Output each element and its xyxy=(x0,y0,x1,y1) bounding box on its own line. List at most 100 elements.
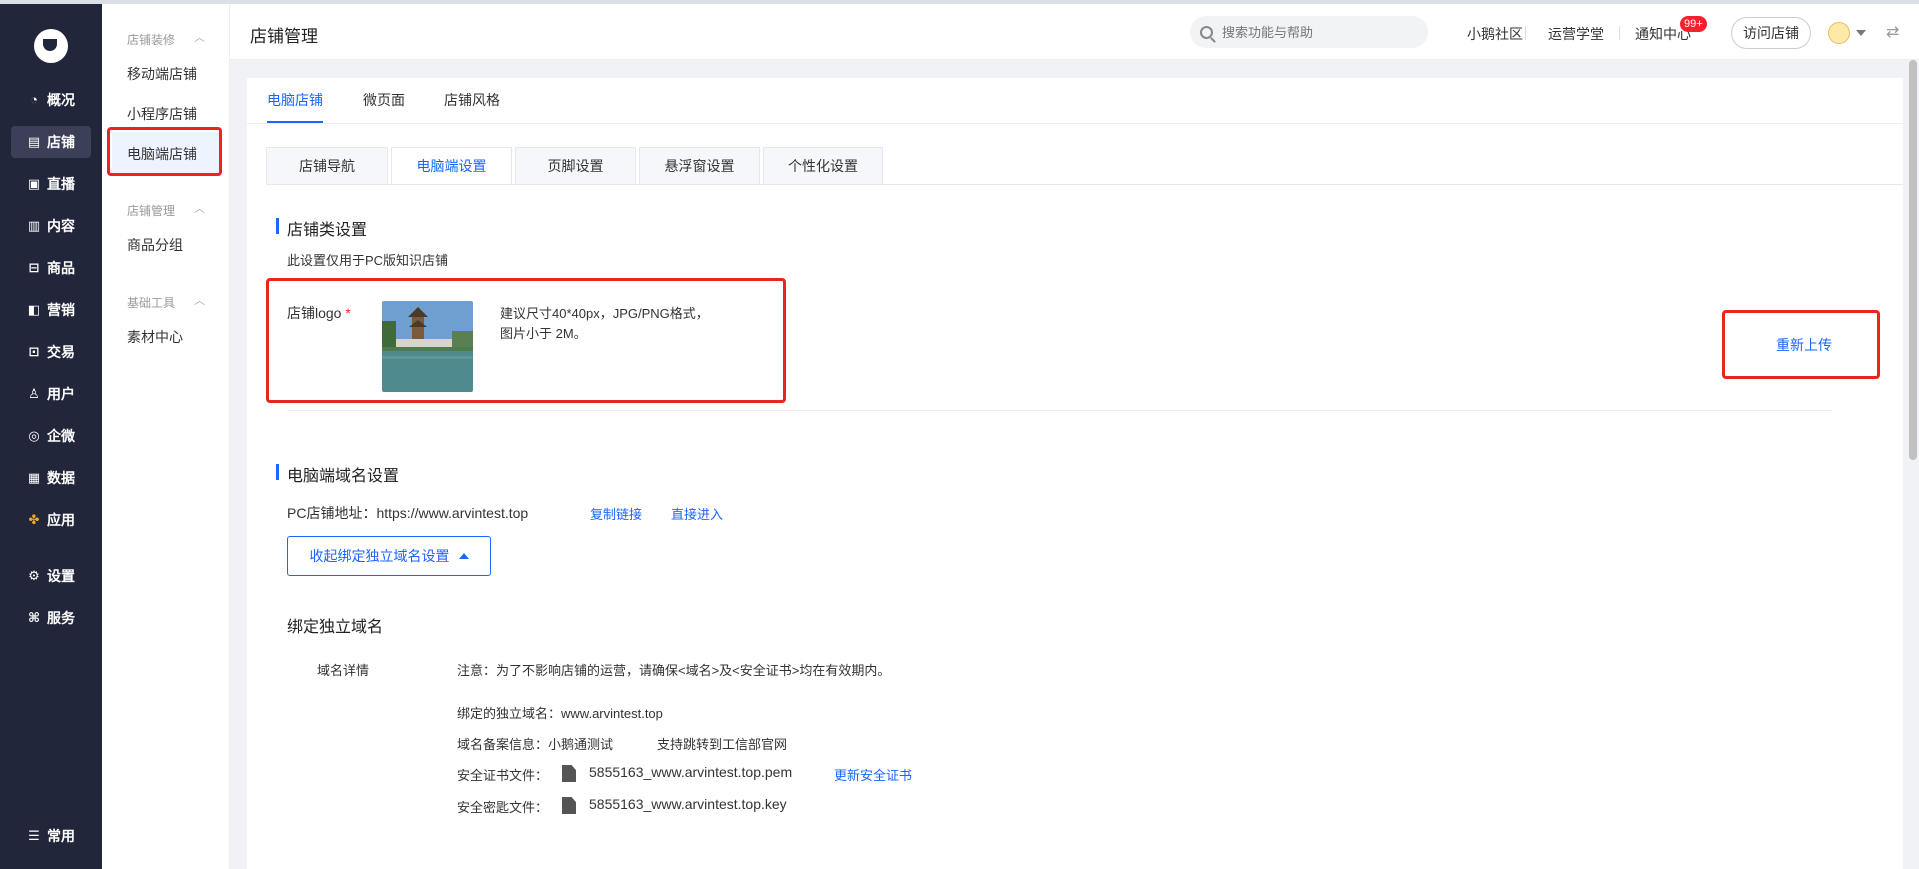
search-input[interactable] xyxy=(1222,24,1412,40)
section-description: 此设置仅用于PC版知识店铺 xyxy=(287,253,449,268)
nav-label: 企微 xyxy=(47,428,75,444)
tab-personalization-settings[interactable]: 个性化设置 xyxy=(763,147,883,185)
nav-label: 服务 xyxy=(47,610,75,626)
chevron-up-icon[interactable]: ︿ xyxy=(194,29,205,45)
nav-item-data[interactable]: ▦ 数据 xyxy=(11,462,91,494)
copy-link-button[interactable]: 复制链接 xyxy=(590,504,642,523)
nav-item-trade[interactable]: ⊡ 交易 xyxy=(11,336,91,368)
wecom-icon: ◎ xyxy=(28,428,40,443)
visit-store-button[interactable]: 访问店铺 xyxy=(1731,17,1811,49)
nav-item-common[interactable]: ☰ 常用 xyxy=(11,820,91,852)
trade-icon: ⊡ xyxy=(28,344,40,359)
triangle-up-icon xyxy=(458,553,469,559)
tab-footer-settings[interactable]: 页脚设置 xyxy=(515,147,636,185)
section-marker xyxy=(276,218,279,234)
academy-link[interactable]: 运营学堂 xyxy=(1548,24,1604,44)
community-link[interactable]: 小鹅社区 xyxy=(1467,24,1523,44)
nav-label: 常用 xyxy=(47,828,75,844)
update-cert-link[interactable]: 更新安全证书 xyxy=(834,765,912,784)
live-icon: ▣ xyxy=(27,176,41,191)
nav-label: 概况 xyxy=(47,92,75,108)
tab-store-navigation[interactable]: 店铺导航 xyxy=(266,147,388,185)
pie-chart-icon: ◔ xyxy=(30,92,38,107)
sub-group-title: 店铺管理 xyxy=(127,204,176,218)
nav-label: 交易 xyxy=(47,344,75,360)
tab-store-style[interactable]: 店铺风格 xyxy=(444,90,500,110)
nav-label: 直播 xyxy=(47,176,75,192)
sub-item-mobile-store[interactable]: 移动端店铺 xyxy=(127,64,197,84)
service-icon: ⌘ xyxy=(27,610,41,625)
caret-down-icon[interactable] xyxy=(1856,30,1866,36)
sub-item-goods-group[interactable]: 商品分组 xyxy=(127,235,183,255)
nav-item-apps[interactable]: ✤ 应用 xyxy=(11,504,91,536)
sub-group-title: 店铺装修 xyxy=(127,33,176,47)
nav-label: 商品 xyxy=(47,260,75,276)
icp-value: 小鹅通测试 xyxy=(548,737,614,752)
bind-domain-title: 绑定独立域名 xyxy=(287,619,384,636)
nav-label: 数据 xyxy=(47,470,75,486)
nav-item-goods[interactable]: ⊟ 商品 xyxy=(11,252,91,284)
pc-address-value: https://www.arvintest.top xyxy=(376,505,529,521)
nav-item-marketing[interactable]: ◧ 营销 xyxy=(11,294,91,326)
tab-micro-page[interactable]: 微页面 xyxy=(363,90,405,110)
avatar[interactable] xyxy=(1828,22,1850,44)
section-title-domain: 电脑端域名设置 xyxy=(287,468,400,485)
sub-item-miniprogram-store[interactable]: 小程序店铺 xyxy=(127,104,197,124)
domain-notice: 注意：为了不影响店铺的运营，请确保<域名>及<安全证书>均在有效期内。 xyxy=(457,663,891,678)
collapse-domain-settings-button[interactable]: 收起绑定独立域名设置 xyxy=(287,536,491,576)
data-icon: ▦ xyxy=(27,470,41,485)
nav-item-content[interactable]: ▥ 内容 xyxy=(11,210,91,242)
pc-address-label: PC店铺地址： xyxy=(287,505,377,521)
app-logo-icon[interactable] xyxy=(34,29,68,63)
search-box[interactable] xyxy=(1190,16,1428,48)
section-marker xyxy=(276,464,279,480)
sub-item-material-center[interactable]: 素材中心 xyxy=(127,327,183,347)
scrollbar[interactable] xyxy=(1909,60,1917,460)
direct-enter-link[interactable]: 直接进入 xyxy=(671,504,723,523)
divider xyxy=(1525,26,1526,40)
tab-pc-store[interactable]: 电脑店铺 xyxy=(267,90,323,110)
pc-address: PC店铺地址：https://www.arvintest.top xyxy=(287,503,528,523)
list-icon: ☰ xyxy=(28,828,40,843)
user-icon: ♙ xyxy=(28,386,40,401)
nav-item-live[interactable]: ▣ 直播 xyxy=(11,168,91,200)
cert-file-label: 安全证书文件： xyxy=(457,768,549,783)
cert-file-name: 5855163_www.arvintest.top.pem xyxy=(589,764,793,780)
icp-label: 域名备案信息： xyxy=(457,737,549,752)
key-file-name: 5855163_www.arvintest.top.key xyxy=(589,796,787,812)
nav-item-wecom[interactable]: ◎ 企微 xyxy=(11,420,91,452)
nav-label: 营销 xyxy=(47,302,75,318)
sub-group-title: 基础工具 xyxy=(127,296,176,310)
nav-label: 内容 xyxy=(47,218,75,234)
nav-item-overview[interactable]: ◔ 概况 xyxy=(11,84,91,116)
bound-domain-value: www.arvintest.top xyxy=(561,706,663,721)
page-title: 店铺管理 xyxy=(250,27,318,46)
chevron-up-icon[interactable]: ︿ xyxy=(194,200,205,216)
miit-link[interactable]: 支持跳转到工信部官网 xyxy=(657,734,787,753)
highlight-box xyxy=(266,278,786,403)
nav-item-service[interactable]: ⌘ 服务 xyxy=(11,602,91,634)
tab-floating-window-settings[interactable]: 悬浮窗设置 xyxy=(639,147,760,185)
tab-pc-settings[interactable]: 电脑端设置 xyxy=(391,147,512,185)
apps-icon: ✤ xyxy=(28,512,40,527)
notification-badge: 99+ xyxy=(1680,16,1707,32)
highlight-box xyxy=(107,127,222,176)
nav-label: 应用 xyxy=(47,512,75,528)
domain-detail-label: 域名详情 xyxy=(317,663,370,678)
chevron-up-icon[interactable]: ︿ xyxy=(194,292,205,308)
nav-label: 用户 xyxy=(47,386,75,402)
search-icon xyxy=(1200,25,1213,39)
nav-item-users[interactable]: ♙ 用户 xyxy=(11,378,91,410)
key-file-label: 安全密匙文件： xyxy=(457,800,549,815)
collapse-button-label: 收起绑定独立域名设置 xyxy=(309,548,450,564)
swap-icon[interactable]: ⇄ xyxy=(1886,22,1899,42)
document-icon: ▥ xyxy=(27,218,41,233)
icp-info: 域名备案信息：小鹅通测试 xyxy=(457,734,613,753)
divider xyxy=(266,184,1903,185)
top-header: 店铺管理 小鹅社区 运营学堂 通知中心 99+ 访问店铺 ⇄ xyxy=(230,4,1919,60)
nav-label: 设置 xyxy=(47,568,75,584)
gear-icon: ⚙ xyxy=(28,568,40,583)
nav-item-store[interactable]: ▤ 店铺 xyxy=(11,126,91,158)
nav-item-settings[interactable]: ⚙ 设置 xyxy=(11,560,91,592)
divider xyxy=(1619,26,1620,40)
